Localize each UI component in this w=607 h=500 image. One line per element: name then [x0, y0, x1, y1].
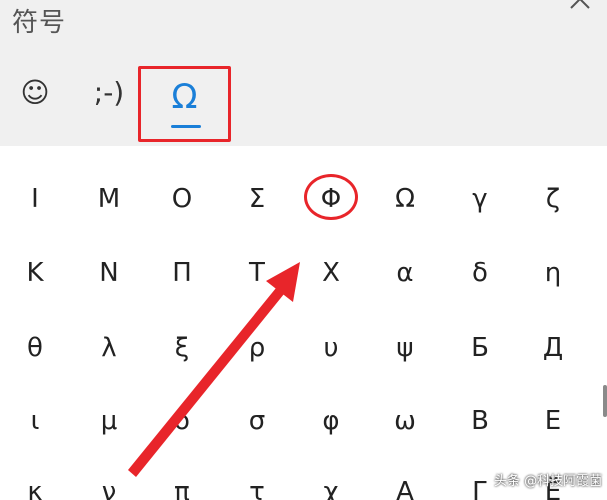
symbol-cell[interactable]: Ι — [5, 174, 65, 224]
symbol-cell[interactable]: φ — [301, 396, 361, 446]
symbol-cell[interactable]: υ — [301, 323, 361, 373]
symbol-cell[interactable]: θ — [5, 323, 65, 373]
symbol-cell[interactable]: α — [375, 248, 435, 298]
close-icon — [570, 0, 590, 9]
symbol-cell[interactable]: Κ — [5, 248, 65, 298]
symbol-cell[interactable]: σ — [227, 396, 287, 446]
symbol-cell[interactable]: ψ — [375, 323, 435, 373]
symbol-picker-panel: 符号 ☺ ;-) Ω ΙΜΟΣΦΩγζΚΝΠΤΧαδηθλξρυψБДιμοσφ… — [0, 0, 607, 500]
symbol-cell[interactable]: Σ — [227, 174, 287, 224]
symbol-cell[interactable]: γ — [450, 174, 510, 224]
symbol-cell[interactable]: Χ — [301, 248, 361, 298]
tab-kaomoji[interactable]: ;-) — [76, 66, 142, 144]
symbol-cell[interactable]: μ — [79, 396, 139, 446]
symbol-cell[interactable]: ω — [375, 396, 435, 446]
symbol-cell[interactable]: τ — [227, 467, 287, 500]
symbol-cell[interactable]: Ο — [152, 174, 212, 224]
smiley-icon: ☺ — [20, 76, 50, 109]
symbol-cell[interactable]: ι — [5, 396, 65, 446]
symbol-cell[interactable]: ν — [79, 467, 139, 500]
panel-title: 符号 — [12, 8, 67, 38]
tab-kaomoji-label: ;-) — [93, 76, 125, 109]
symbol-cell[interactable]: В — [450, 396, 510, 446]
symbol-cell[interactable]: ρ — [227, 323, 287, 373]
symbol-cell[interactable]: λ — [79, 323, 139, 373]
tab-symbols[interactable]: Ω — [138, 66, 231, 142]
symbol-cell[interactable]: Ω — [375, 174, 435, 224]
symbol-cell[interactable]: А — [375, 467, 435, 500]
symbol-cell[interactable]: ο — [152, 396, 212, 446]
symbol-cell[interactable]: ξ — [152, 323, 212, 373]
symbol-cell[interactable]: Б — [450, 323, 510, 373]
close-button[interactable] — [567, 0, 595, 14]
symbol-cell[interactable]: χ — [301, 467, 361, 500]
symbol-cell[interactable]: Д — [523, 323, 583, 373]
symbol-cell[interactable]: Ν — [79, 248, 139, 298]
symbol-cell[interactable]: Τ — [227, 248, 287, 298]
omega-icon: Ω — [171, 77, 198, 117]
tab-emoji[interactable]: ☺ — [0, 66, 70, 144]
symbol-cell[interactable]: π — [152, 467, 212, 500]
symbol-cell[interactable]: Μ — [79, 174, 139, 224]
symbol-cell[interactable]: η — [523, 248, 583, 298]
watermark: 头条 @科技阿霞菌 — [494, 474, 603, 489]
highlight-circle — [304, 174, 358, 220]
symbol-cell[interactable]: Π — [152, 248, 212, 298]
symbol-cell[interactable]: Е — [523, 396, 583, 446]
panel-header: 符号 ☺ ;-) Ω — [0, 0, 607, 146]
symbol-cell[interactable]: κ — [5, 467, 65, 500]
symbol-cell[interactable]: δ — [450, 248, 510, 298]
scrollbar-thumb[interactable] — [603, 385, 607, 417]
symbol-cell[interactable]: ζ — [523, 174, 583, 224]
selected-tab-indicator — [171, 125, 201, 128]
